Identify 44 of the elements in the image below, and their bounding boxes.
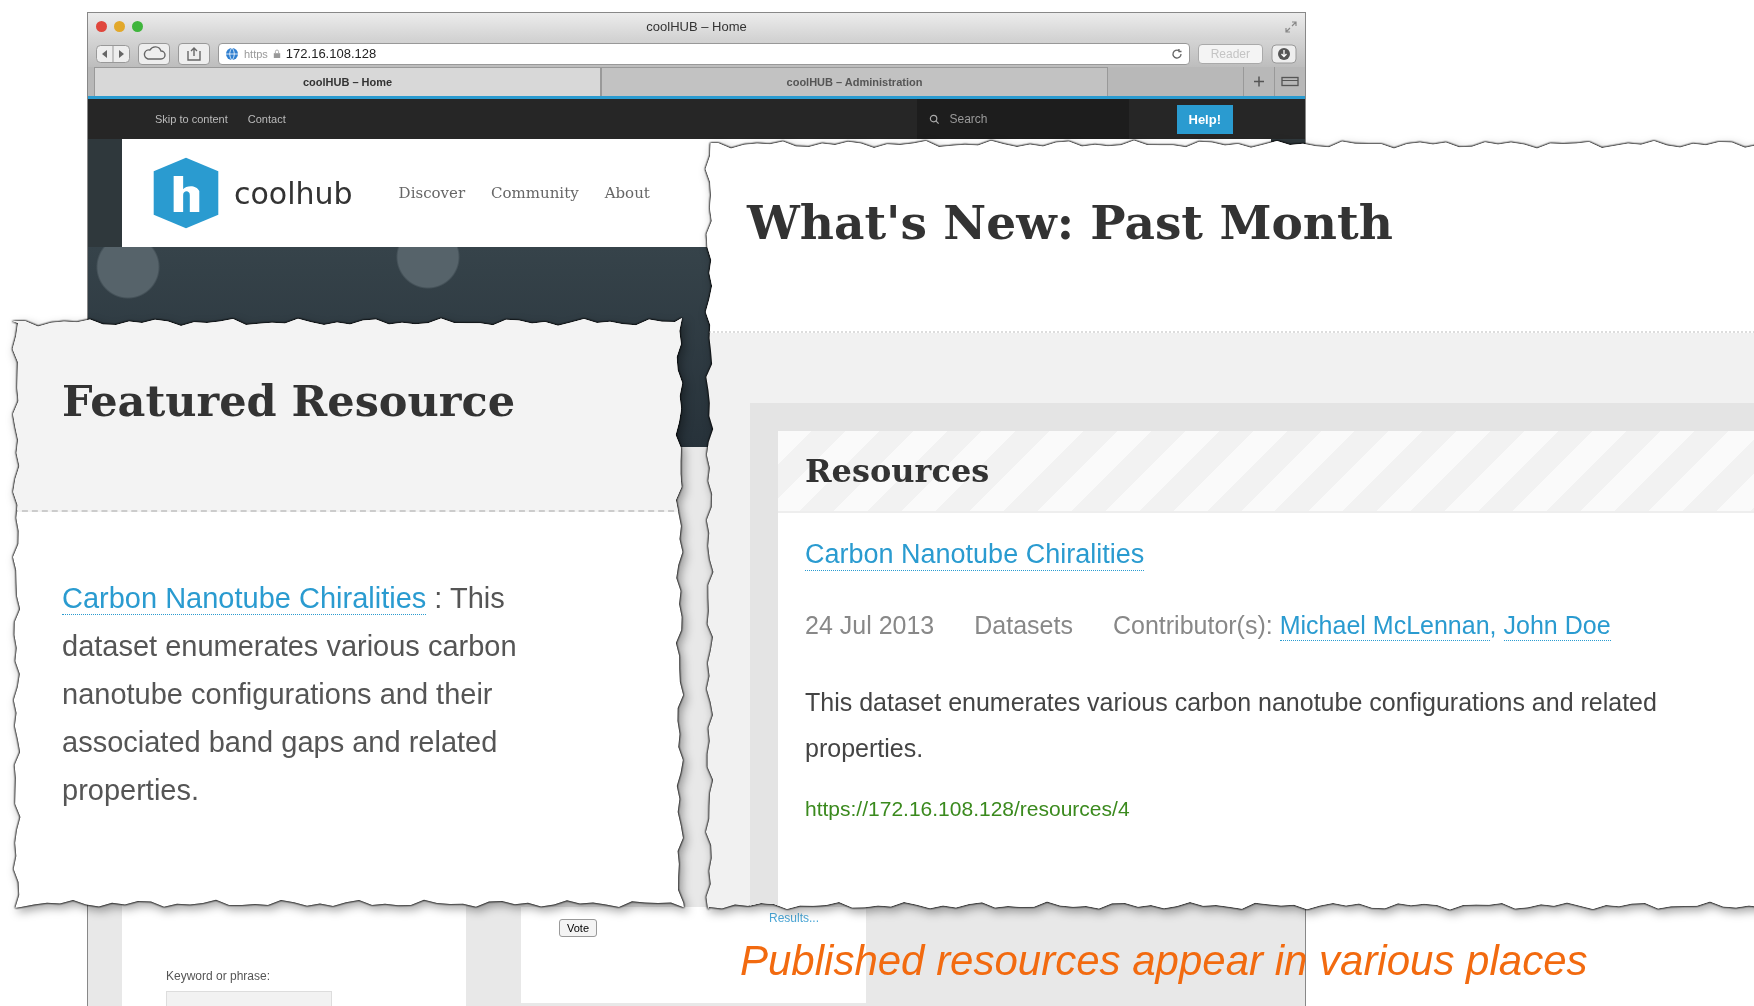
site-search-field[interactable]: Search	[916, 99, 1129, 139]
featured-description: Carbon Nanotube Chiralities : This dataset enumerates various carbon nanotube configurations and their associated band gaps and related properties.	[62, 581, 518, 808]
search-input[interactable]: Search	[947, 111, 1102, 127]
logo-text[interactable]: coolhub	[234, 175, 353, 211]
resources-title: Resources	[805, 452, 990, 490]
window-title: coolHUB – Home	[645, 19, 748, 34]
cloud-icon[interactable]	[138, 42, 170, 65]
resource-title-link[interactable]: Carbon Nanotube Chiralities	[805, 539, 1145, 571]
separator: ,	[1489, 611, 1497, 641]
minimize-button[interactable]	[114, 21, 125, 32]
globe-icon	[225, 46, 239, 61]
reload-icon[interactable]	[1170, 47, 1183, 60]
caption-text: Published resources appear in various places	[740, 940, 1588, 982]
zoom-button[interactable]	[132, 21, 143, 32]
nav-link[interactable]: Community	[491, 184, 579, 202]
contributor-link[interactable]: John Doe	[1503, 611, 1611, 641]
back-forward-button[interactable]	[96, 44, 130, 63]
top-link[interactable]: Contact	[247, 113, 286, 125]
vote-button[interactable]: Vote	[559, 919, 598, 937]
resource-type: Datasets	[974, 611, 1073, 641]
resource-date: 24 Jul 2013	[805, 611, 935, 641]
help-button[interactable]: Help!	[1176, 104, 1233, 134]
featured-title: Featured Resource	[62, 376, 516, 426]
nav-link[interactable]: About	[604, 184, 650, 202]
fullscreen-icon[interactable]	[1285, 20, 1297, 33]
url-text: 172.16.108.128	[285, 46, 377, 61]
address-field[interactable]: https 172.16.108.128	[218, 42, 1190, 65]
nav-link[interactable]: Discover	[398, 184, 466, 202]
share-icon[interactable]	[178, 42, 210, 65]
contributor-link[interactable]: Michael McLennan	[1279, 611, 1490, 641]
whats-new-title: What's New: Past Month	[747, 195, 1394, 250]
keyword-label: Keyword or phrase:	[166, 969, 272, 983]
download-icon[interactable]	[1271, 43, 1297, 64]
close-button[interactable]	[96, 21, 107, 32]
search-icon	[928, 113, 940, 125]
contributors-label: Contributor(s):	[1112, 611, 1273, 641]
lock-icon	[272, 48, 281, 59]
resource-description: This dataset enumerates various carbon nanotube configurations and related properties.	[805, 687, 1658, 764]
browser-tab[interactable]: coolHUB – Administration	[601, 67, 1108, 96]
top-link[interactable]: Skip to content	[155, 113, 228, 125]
url-scheme: https	[244, 47, 268, 60]
resource-url-link[interactable]: https://172.16.108.128/resources/4	[805, 797, 1130, 821]
featured-resource-link[interactable]: Carbon Nanotube Chiralities	[62, 582, 427, 615]
browser-tab[interactable]: coolHUB – Home	[94, 67, 601, 96]
